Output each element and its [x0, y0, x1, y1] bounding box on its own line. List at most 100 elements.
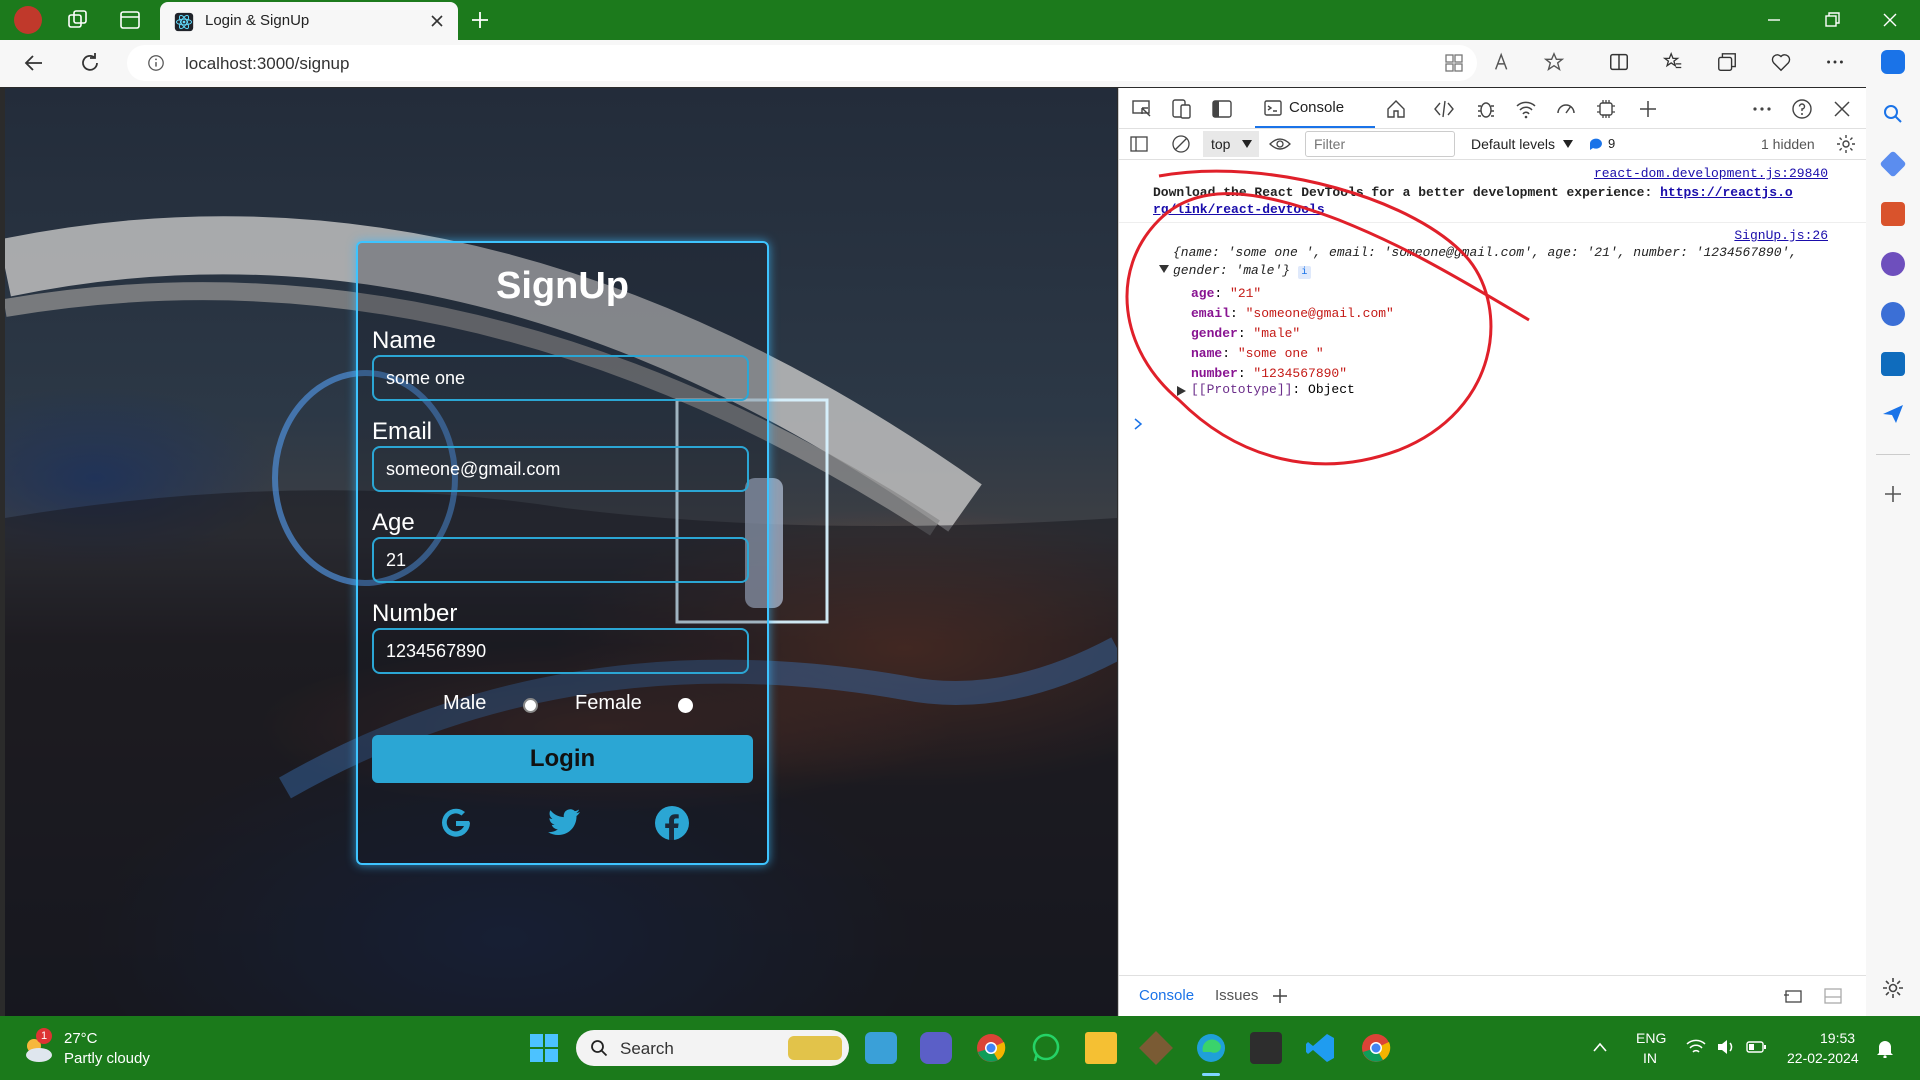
chrome-icon[interactable] [975, 1032, 1007, 1064]
notification-bell-icon[interactable] [1876, 1038, 1894, 1058]
log-levels-label: Default levels [1471, 136, 1556, 152]
sidebar-settings-icon[interactable] [1881, 976, 1905, 1000]
tab-console-label: Console [1289, 99, 1345, 116]
split-screen-icon[interactable] [1608, 51, 1630, 73]
live-expression-eye-icon[interactable] [1269, 134, 1291, 154]
add-sidebar-app-icon[interactable] [1881, 482, 1905, 506]
search-highlight-image [788, 1036, 842, 1060]
quick-view-icon[interactable] [1783, 987, 1803, 1005]
dock-side-icon[interactable] [1211, 98, 1233, 120]
copilot-icon[interactable] [1881, 50, 1905, 74]
tab-title: Login & SignUp [205, 12, 310, 29]
console-settings-gear-icon[interactable] [1835, 133, 1857, 155]
tab-login-signup[interactable]: Login & SignUp [160, 2, 458, 40]
workspaces-icon[interactable] [66, 8, 90, 32]
site-info-icon[interactable] [147, 54, 165, 72]
google-icon[interactable] [436, 803, 476, 843]
female-radio[interactable] [678, 698, 693, 713]
sources-bug-icon[interactable] [1475, 98, 1497, 120]
address-bar[interactable]: localhost:3000/signup [127, 45, 1477, 81]
welcome-home-icon[interactable] [1385, 98, 1407, 120]
terminal-icon[interactable] [1250, 1032, 1282, 1064]
windows-taskbar: 1 27°C Partly cloudy Search ENG IN 19:53… [0, 1016, 1920, 1080]
apps-icon[interactable] [1444, 53, 1464, 73]
context-selector[interactable]: top [1203, 131, 1259, 157]
issue-count[interactable]: 9 [1608, 136, 1615, 151]
restore-icon[interactable] [1820, 8, 1844, 32]
clear-console-icon[interactable] [1171, 134, 1191, 154]
clock-date[interactable]: 22-02-2024 [1787, 1050, 1859, 1066]
issues-chat-icon[interactable] [1589, 137, 1603, 151]
send-drop-icon[interactable] [1881, 402, 1905, 426]
wifi-icon[interactable] [1686, 1038, 1706, 1056]
memory-chip-icon[interactable] [1595, 98, 1617, 120]
minimize-icon[interactable] [1762, 8, 1786, 32]
drawer-tab-issues[interactable]: Issues [1215, 987, 1258, 1004]
elements-icon[interactable] [1433, 98, 1455, 120]
favorite-star-icon[interactable] [1543, 51, 1565, 73]
outlook-icon[interactable] [1881, 352, 1905, 376]
weather-widget[interactable]: 1 [20, 1028, 60, 1070]
clock-time[interactable]: 19:53 [1820, 1030, 1855, 1046]
react-favicon-icon [174, 12, 194, 32]
taskbar-search[interactable]: Search [576, 1030, 849, 1066]
vscode-icon[interactable] [1305, 1032, 1337, 1064]
more-tools-plus-icon[interactable] [1637, 98, 1659, 120]
edge-icon[interactable] [1195, 1032, 1227, 1064]
tools-briefcase-icon[interactable] [1881, 202, 1905, 226]
close-devtools-icon[interactable] [1831, 98, 1853, 120]
show-hidden-icons-chevron-icon[interactable] [1592, 1040, 1608, 1054]
email-input[interactable] [372, 446, 749, 492]
twitter-icon[interactable] [544, 803, 584, 843]
close-tab-icon[interactable] [430, 14, 444, 28]
favorites-icon[interactable] [1662, 51, 1684, 73]
log1-source-link[interactable]: react-dom.development.js:29840 [1594, 166, 1828, 181]
profile-avatar[interactable] [14, 6, 42, 34]
search-icon[interactable] [1881, 102, 1905, 126]
back-icon[interactable] [22, 51, 46, 75]
facebook-icon[interactable] [652, 803, 692, 843]
number-input[interactable] [372, 628, 749, 674]
tab-console[interactable]: Console [1255, 88, 1375, 128]
refresh-icon[interactable] [78, 51, 102, 75]
microsoft-365-icon[interactable] [1881, 302, 1905, 326]
log1-link[interactable]: https://reactjs.o [1660, 185, 1793, 200]
add-drawer-tab-icon[interactable] [1271, 987, 1289, 1005]
dock-drawer-icon[interactable] [1823, 987, 1843, 1005]
device-emulation-icon[interactable] [1171, 98, 1193, 120]
performance-icon[interactable] [1555, 98, 1577, 120]
drawer-tab-console[interactable]: Console [1139, 987, 1194, 1004]
tab-actions-icon[interactable] [118, 8, 142, 32]
name-input[interactable] [372, 355, 749, 401]
log-levels-dropdown[interactable]: Default levels [1465, 131, 1575, 157]
teams-icon[interactable] [920, 1032, 952, 1064]
new-tab-icon[interactable] [470, 10, 490, 30]
language-bottom[interactable]: IN [1643, 1050, 1657, 1066]
login-button[interactable]: Login [372, 735, 753, 783]
inspect-element-icon[interactable] [1131, 98, 1153, 120]
console-sidebar-icon[interactable] [1129, 134, 1149, 154]
windows-start-icon[interactable] [528, 1032, 560, 1064]
help-icon[interactable] [1791, 98, 1813, 120]
battery-icon[interactable] [1746, 1040, 1766, 1054]
read-aloud-icon[interactable] [1492, 51, 1514, 73]
network-wifi-icon[interactable] [1515, 98, 1537, 120]
more-menu-icon[interactable] [1824, 51, 1846, 73]
shopping-tag-icon[interactable] [1879, 150, 1907, 178]
copilot-taskbar-icon[interactable] [865, 1032, 897, 1064]
whatsapp-icon[interactable] [1030, 1032, 1062, 1064]
git-icon[interactable] [1139, 1031, 1173, 1065]
language-top[interactable]: ENG [1636, 1030, 1666, 1046]
file-explorer-icon[interactable] [1085, 1032, 1117, 1064]
chrome-icon[interactable] [1360, 1032, 1392, 1064]
devtools-more-icon[interactable] [1751, 98, 1773, 120]
browser-essentials-icon[interactable] [1770, 51, 1792, 73]
collections-icon[interactable] [1716, 51, 1738, 73]
games-icon[interactable] [1881, 252, 1905, 276]
filter-input[interactable] [1305, 131, 1455, 157]
volume-icon[interactable] [1716, 1038, 1736, 1056]
male-radio[interactable] [523, 698, 538, 713]
log2-source-link[interactable]: SignUp.js:26 [1734, 228, 1828, 243]
close-window-icon[interactable] [1878, 8, 1902, 32]
age-input[interactable] [372, 537, 749, 583]
